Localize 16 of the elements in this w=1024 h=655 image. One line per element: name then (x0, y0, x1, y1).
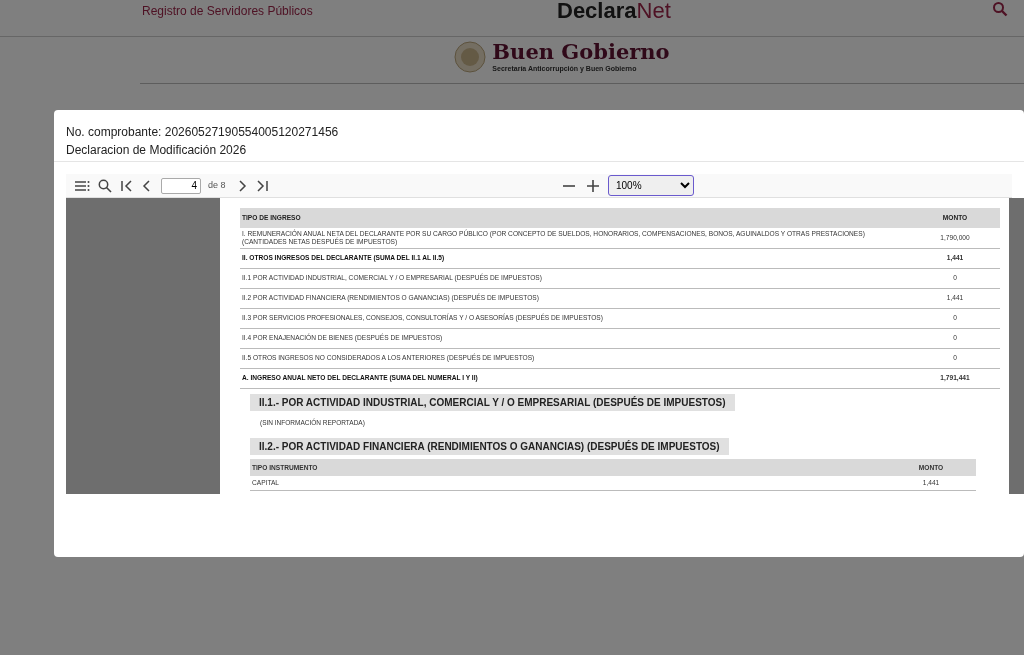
seal-icon (454, 41, 487, 74)
receipt-number: No. comprobante: 20260527190554005120271456 (66, 124, 340, 141)
site-logo: DeclaraNet (557, 0, 671, 25)
section-heading: II.2.- POR ACTIVIDAD FINANCIERA (RENDIMIENTOS O GANANCIAS) (DESPUÉS DE IMPUESTOS) (250, 438, 729, 456)
section-heading: II.1.- POR ACTIVIDAD INDUSTRIAL, COMERCIAL Y / O EMPRESARIAL (DESPUÉS DE IMPUESTOS) (250, 393, 735, 411)
search-icon[interactable] (992, 1, 1008, 17)
previous-page-icon[interactable] (140, 179, 153, 192)
search-icon[interactable] (96, 178, 114, 193)
page-number-field[interactable]: 4 (161, 177, 201, 194)
zoom-select[interactable]: 100% (608, 175, 694, 196)
menu-icon[interactable] (72, 179, 92, 192)
zoom-in-icon[interactable] (584, 178, 602, 193)
institution-name: Buen Gobierno (492, 40, 670, 64)
declaration-title: Declaracion de Modificación 2026 (66, 142, 248, 159)
nav-link[interactable]: Registro de Servidores Públicos (142, 2, 313, 20)
page-total: de 8 (208, 178, 226, 192)
